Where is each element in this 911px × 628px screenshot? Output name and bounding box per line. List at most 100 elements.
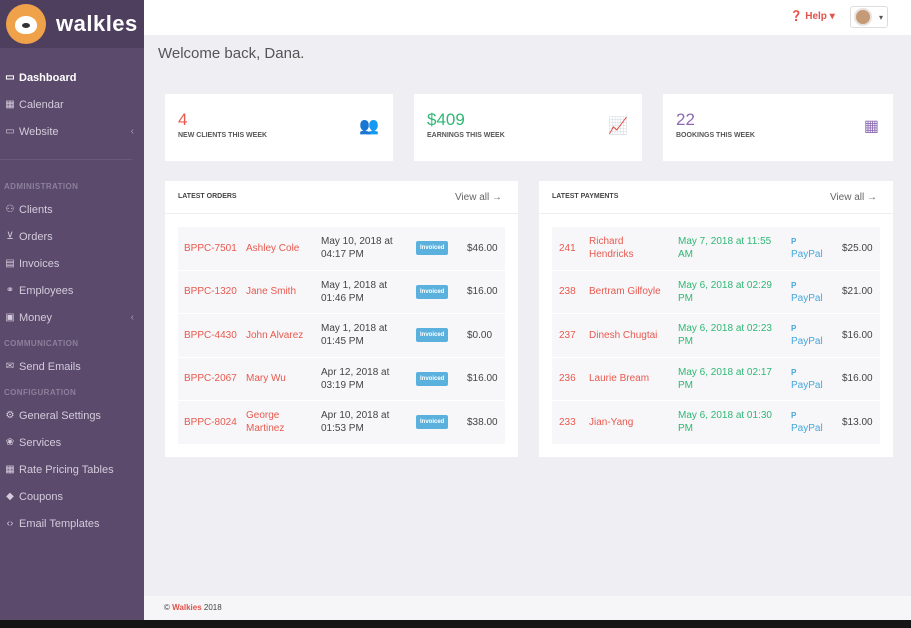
sidebar-item-dashboard[interactable]: ▭ Dashboard	[0, 64, 144, 91]
invoice-icon: ▤	[5, 258, 15, 269]
view-all-payments-link[interactable]: View all →	[830, 192, 877, 203]
payment-id[interactable]: 238	[559, 286, 576, 297]
footer: © Walkies 2018	[144, 596, 911, 620]
order-id[interactable]: BPPC-2067	[184, 373, 237, 384]
panel-header: LATEST ORDERS View all →	[165, 181, 518, 214]
order-id[interactable]: BPPC-8024	[184, 417, 237, 428]
payment-method: P PayPal	[791, 235, 823, 261]
order-amount: $16.00	[467, 373, 498, 385]
payment-id[interactable]: 233	[559, 417, 576, 428]
payment-client[interactable]: Dinesh Chugtai	[589, 329, 667, 342]
payment-client[interactable]: Jian-Yang	[589, 416, 667, 429]
user-menu[interactable]: ▾	[850, 6, 888, 28]
orders-list: BPPC-7501 Ashley Cole May 10, 2018 at 04…	[165, 214, 518, 445]
sidebar-item-coupons[interactable]: ◆ Coupons	[0, 483, 144, 510]
order-row[interactable]: BPPC-2067 Mary Wu Apr 12, 2018 at 03:19 …	[178, 357, 505, 401]
panel-title: LATEST ORDERS	[178, 193, 237, 200]
section-configuration: CONFIGURATION	[4, 388, 77, 397]
calendar-icon: ▦	[5, 99, 15, 110]
order-row[interactable]: BPPC-7501 Ashley Cole May 10, 2018 at 04…	[178, 227, 505, 271]
section-administration: ADMINISTRATION	[4, 182, 79, 191]
brand[interactable]: walkles	[0, 0, 144, 48]
order-date: May 1, 2018 at 01:46 PM	[321, 279, 388, 304]
sidebar-item-website[interactable]: ▭ Website ‹	[0, 118, 144, 145]
order-client[interactable]: John Alvarez	[246, 329, 310, 342]
panel-header: LATEST PAYMENTS View all →	[539, 181, 893, 214]
sidebar-item-employees[interactable]: ⚭ Employees	[0, 277, 144, 304]
payment-id[interactable]: 236	[559, 373, 576, 384]
footer-brand-link[interactable]: Walkies	[172, 603, 202, 612]
payment-client[interactable]: Richard Hendricks	[589, 235, 667, 261]
cart-icon: ⊻	[6, 231, 14, 242]
sidebar-item-invoices[interactable]: ▤ Invoices	[0, 250, 144, 277]
order-row[interactable]: BPPC-8024 George Martinez Apr 10, 2018 a…	[178, 401, 505, 445]
cogs-icon: ⚙	[5, 410, 15, 421]
order-id[interactable]: BPPC-7501	[184, 243, 237, 254]
paypal-icon: P	[791, 237, 797, 247]
payment-method-label: PayPal	[791, 249, 823, 261]
order-client[interactable]: George Martinez	[246, 409, 310, 435]
status-badge: Invoiced	[416, 328, 449, 343]
payment-row[interactable]: 233 Jian-Yang May 6, 2018 at 01:30 PM PP…	[552, 401, 880, 445]
page-title: Welcome back, Dana.	[158, 45, 305, 62]
order-id[interactable]: BPPC-4430	[184, 330, 237, 341]
payment-id[interactable]: 237	[559, 330, 576, 341]
sidebar-item-calendar[interactable]: ▦ Calendar	[0, 91, 144, 118]
order-date: Apr 10, 2018 at 01:53 PM	[321, 410, 390, 435]
sidebar-item-label: Dashboard	[19, 71, 77, 84]
chevron-down-icon: ▾	[879, 12, 884, 22]
stat-label: NEW CLIENTS THIS WEEK	[178, 132, 268, 139]
divider	[0, 159, 132, 160]
order-amount: $16.00	[467, 286, 498, 298]
payment-client[interactable]: Bertram Gilfoyle	[589, 285, 667, 298]
sidebar-item-label: Employees	[19, 284, 74, 297]
avatar	[854, 8, 872, 26]
sidebar-item-clients[interactable]: ⚇ Clients	[0, 196, 144, 223]
payment-method: P PayPal	[791, 366, 823, 392]
help-menu[interactable]: ❓ Help ▾	[790, 11, 835, 22]
order-date: May 10, 2018 at 04:17 PM	[321, 236, 393, 261]
order-client[interactable]: Ashley Cole	[246, 242, 310, 255]
order-row[interactable]: BPPC-1320 Jane Smith May 1, 2018 at 01:4…	[178, 270, 505, 314]
stat-label: EARNINGS THIS WEEK	[427, 132, 505, 139]
payment-method: P PayPal	[791, 279, 823, 305]
laptop-icon: ▭	[5, 126, 15, 137]
footer-year: 2018	[203, 603, 222, 612]
sidebar-item-services[interactable]: ❀ Services	[0, 429, 144, 456]
payment-row[interactable]: 236 Laurie Bream May 6, 2018 at 02:17 PM…	[552, 357, 880, 401]
payment-row[interactable]: 238 Bertram Gilfoyle May 6, 2018 at 02:2…	[552, 270, 880, 314]
payment-row[interactable]: 241 Richard Hendricks May 7, 2018 at 11:…	[552, 227, 880, 271]
paypal-icon: P	[791, 367, 797, 377]
sidebar-item-rate-pricing-tables[interactable]: ▦ Rate Pricing Tables	[0, 456, 144, 483]
sidebar-item-money[interactable]: ▣ Money ‹	[0, 304, 144, 331]
table-icon: ▦	[5, 464, 15, 475]
order-row[interactable]: BPPC-4430 John Alvarez May 1, 2018 at 01…	[178, 314, 505, 358]
sidebar-item-orders[interactable]: ⊻ Orders	[0, 223, 144, 250]
stat-label: BOOKINGS THIS WEEK	[676, 132, 755, 139]
payments-list: 241 Richard Hendricks May 7, 2018 at 11:…	[539, 214, 893, 445]
sidebar-item-email-templates[interactable]: ‹› Email Templates	[0, 510, 144, 537]
brand-name: walkles	[56, 11, 138, 36]
view-all-orders-link[interactable]: View all →	[455, 192, 502, 203]
latest-orders-panel: LATEST ORDERS View all → BPPC-7501 Ashle…	[165, 181, 518, 457]
payment-amount: $13.00	[842, 416, 873, 428]
payment-client[interactable]: Laurie Bream	[589, 372, 667, 385]
payment-id[interactable]: 241	[559, 243, 576, 254]
sidebar-item-label: Coupons	[19, 490, 64, 503]
payment-amount: $21.00	[842, 286, 873, 298]
order-client[interactable]: Mary Wu	[246, 372, 310, 385]
latest-payments-panel: LATEST PAYMENTS View all → 241 Richard H…	[539, 181, 893, 457]
bottom-bar	[0, 620, 911, 628]
payment-method-label: PayPal	[791, 423, 823, 435]
order-id[interactable]: BPPC-1320	[184, 286, 237, 297]
payment-row[interactable]: 237 Dinesh Chugtai May 6, 2018 at 02:23 …	[552, 314, 880, 358]
status-badge: Invoiced	[416, 241, 449, 256]
sidebar-item-label: Clients	[19, 203, 53, 216]
order-date: May 1, 2018 at 01:45 PM	[321, 323, 388, 348]
payment-amount: $25.00	[842, 242, 873, 254]
sidebar-item-label: Orders	[19, 230, 53, 243]
order-client[interactable]: Jane Smith	[246, 285, 310, 298]
sidebar-item-general-settings[interactable]: ⚙ General Settings	[0, 402, 144, 429]
sidebar-item-send-emails[interactable]: ✉ Send Emails	[0, 353, 144, 380]
payment-method-label: PayPal	[791, 379, 823, 391]
